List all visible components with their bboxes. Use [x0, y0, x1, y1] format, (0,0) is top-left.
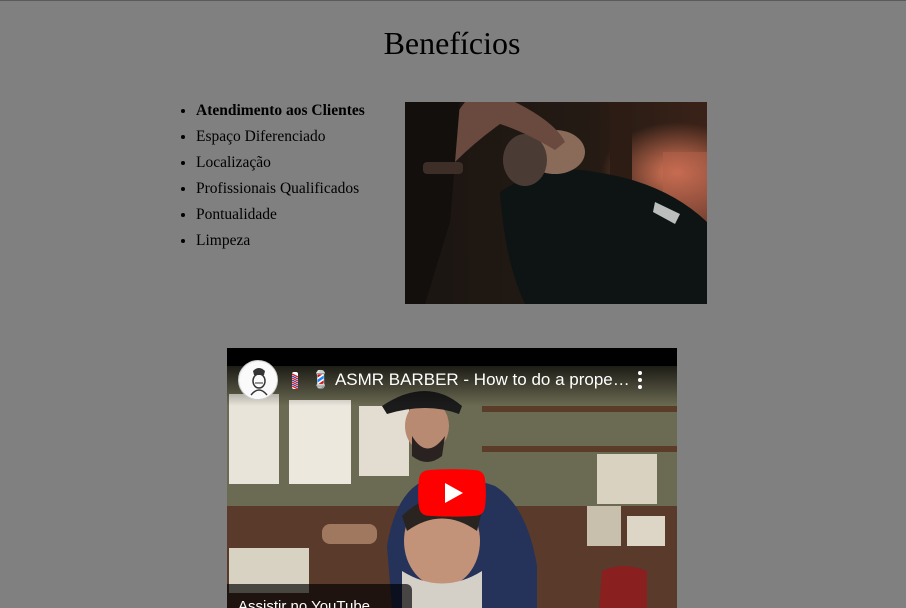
play-button[interactable]: [418, 469, 486, 517]
list-item: Localização: [196, 150, 365, 176]
channel-avatar[interactable]: [238, 360, 278, 400]
youtube-embed[interactable]: 💈 ASMR BARBER - How to do a proper ... A…: [227, 348, 677, 608]
page: Benefícios Atendimento aos Clientes Espa…: [0, 0, 906, 608]
video-title[interactable]: 💈 ASMR BARBER - How to do a proper ...: [310, 369, 630, 391]
watch-on-youtube-link[interactable]: Assistir no YouTube: [238, 598, 370, 608]
barber-shave-photo: [405, 102, 707, 304]
list-item: Atendimento aos Clientes: [196, 98, 365, 124]
list-item: Profissionais Qualificados: [196, 176, 365, 202]
list-item: Limpeza: [196, 228, 365, 254]
benefits-list: Atendimento aos Clientes Espaço Diferenc…: [178, 98, 365, 254]
barber-pole-icon: [291, 372, 299, 390]
list-item: Espaço Diferenciado: [196, 124, 365, 150]
photo-illustration: [405, 102, 707, 304]
list-item: Pontualidade: [196, 202, 365, 228]
more-vert-icon[interactable]: [633, 368, 647, 392]
page-title: Benefícios: [383, 25, 521, 61]
channel-logo-icon: [240, 362, 277, 399]
